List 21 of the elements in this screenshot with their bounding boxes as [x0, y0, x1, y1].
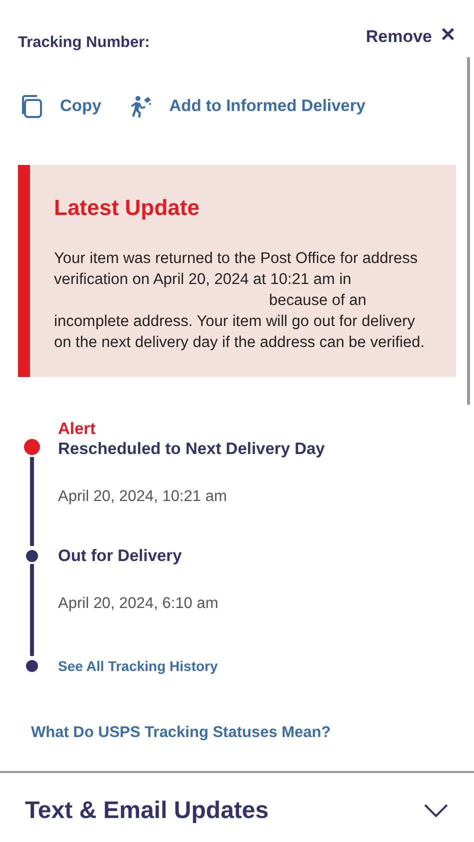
- update-message: Your item was returned to the Post Office for address verification on April 20, 2024 at 10:21 am in because of an incomplete address. Your item will go out for delivery on the next delivery day if the address can be verified.: [54, 249, 426, 353]
- remove-button[interactable]: Remove ✕: [366, 22, 456, 50]
- updates-section-header[interactable]: Text & Email Updates: [0, 772, 474, 828]
- tracking-history-link[interactable]: See All Tracking History: [58, 656, 218, 676]
- copy-link[interactable]: Copy: [18, 94, 102, 119]
- close-icon[interactable]: ✕: [440, 22, 456, 50]
- running-person-icon: [129, 94, 154, 119]
- latest-update-title: Latest Update: [54, 194, 200, 222]
- event-status: Out for Delivery: [58, 546, 183, 566]
- informed-delivery-link[interactable]: Add to Informed Delivery: [129, 94, 366, 119]
- timeline-dot: [24, 439, 40, 455]
- event-date: April 20, 2024, 6:10 am: [58, 594, 218, 614]
- tracking-number-label: Tracking Number:: [18, 33, 150, 53]
- chevron-down-icon[interactable]: [424, 804, 448, 818]
- event-status: Rescheduled to Next Delivery Day: [58, 439, 325, 459]
- timeline-dot: [26, 660, 38, 672]
- tracking-statuses-link[interactable]: What Do USPS Tracking Statuses Mean?: [31, 720, 331, 744]
- section-title: Text & Email Updates: [25, 796, 269, 826]
- timeline-dot: [26, 550, 38, 562]
- event-date: April 20, 2024, 10:21 am: [58, 487, 228, 507]
- alert-label: Alert: [58, 419, 96, 439]
